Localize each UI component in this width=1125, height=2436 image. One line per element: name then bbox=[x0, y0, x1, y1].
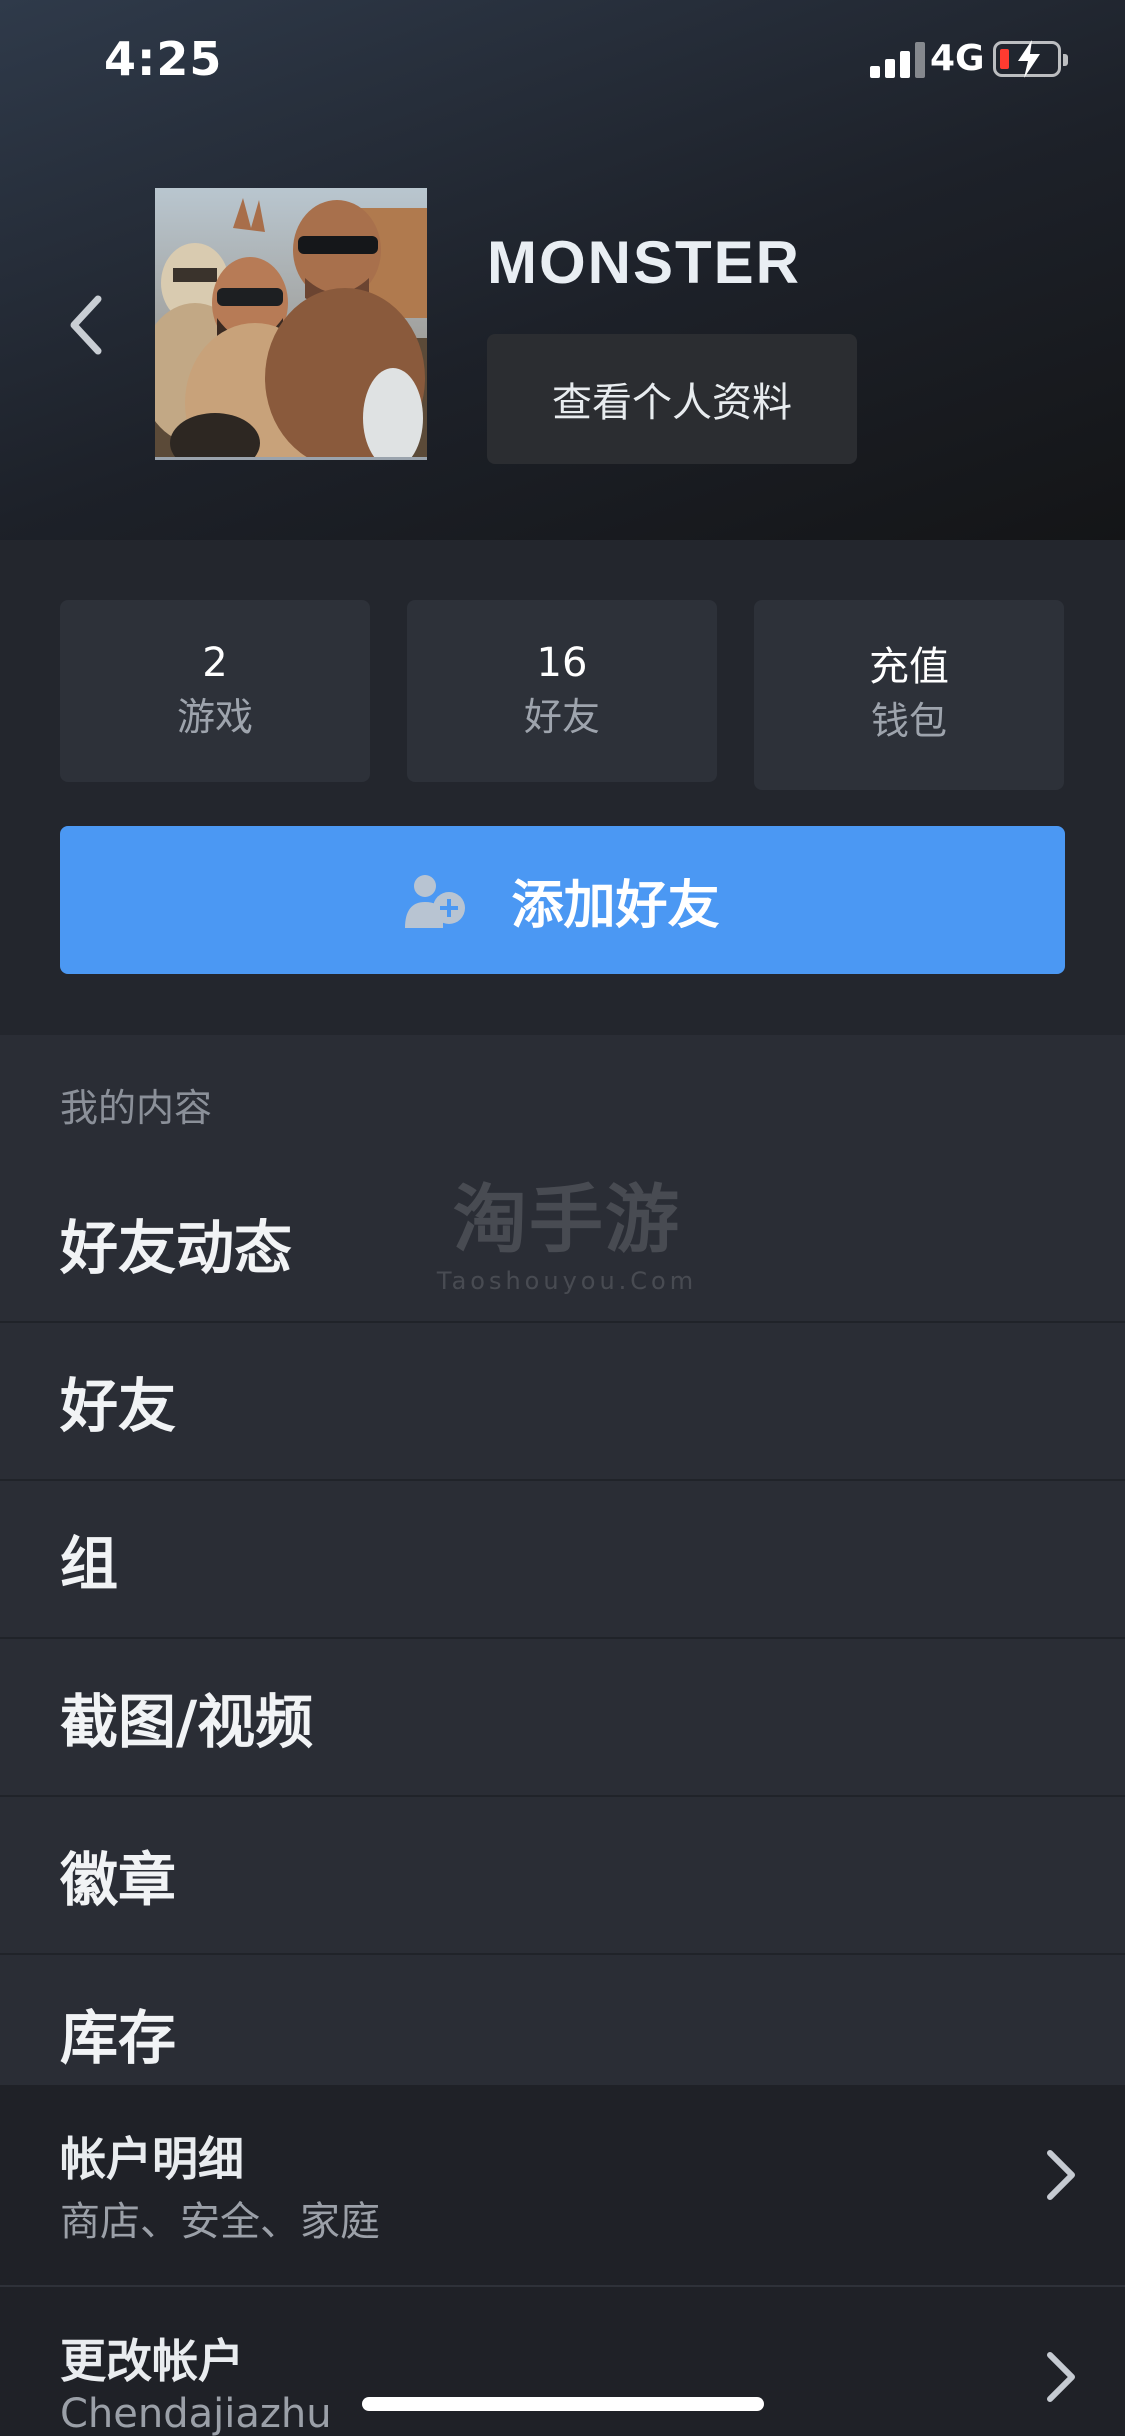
chevron-left-icon bbox=[70, 295, 102, 355]
account-details-title: 帐户明细 bbox=[60, 2132, 244, 2186]
add-friend-label: 添加好友 bbox=[511, 875, 720, 936]
view-profile-button[interactable]: 查看个人资料 bbox=[487, 334, 857, 464]
watermark-subtext: Taoshouyou.Com bbox=[436, 1267, 698, 1295]
battery-icon bbox=[993, 40, 1068, 78]
menu-item-label: 好友 bbox=[60, 1372, 177, 1440]
watermark-text: 淘手游 bbox=[453, 1177, 681, 1263]
stat-friends-value: 16 bbox=[536, 640, 588, 686]
menu-item-badges[interactable]: 徽章 bbox=[0, 1797, 1125, 1955]
profile-header: 4:25 4G MONSTER 查看个人资料 bbox=[0, 0, 1125, 540]
account-section: 帐户明细 商店、安全、家庭 更改帐户 Chendajiazhu bbox=[0, 2085, 1125, 2436]
stat-games-value: 2 bbox=[202, 640, 228, 686]
stat-friends[interactable]: 16 好友 bbox=[407, 600, 717, 782]
menu-item-screenshots-videos[interactable]: 截图/视频 bbox=[0, 1639, 1125, 1797]
stat-games[interactable]: 2 游戏 bbox=[60, 600, 370, 782]
section-title: 我的内容 bbox=[60, 1086, 213, 1130]
add-friend-button[interactable]: 添加好友 bbox=[60, 826, 1065, 974]
add-person-icon bbox=[405, 875, 466, 928]
stat-friends-label: 好友 bbox=[523, 695, 600, 739]
stats-section: 2 游戏 16 好友 充值 钱包 添加好友 bbox=[0, 540, 1125, 1035]
stat-wallet[interactable]: 充值 钱包 bbox=[754, 600, 1064, 790]
avatar-image bbox=[155, 188, 427, 457]
status-time: 4:25 bbox=[104, 32, 223, 86]
home-indicator[interactable] bbox=[362, 2397, 764, 2411]
stat-wallet-label: 钱包 bbox=[870, 699, 947, 743]
change-account-row[interactable]: 更改帐户 Chendajiazhu bbox=[0, 2287, 1125, 2436]
avatar[interactable] bbox=[155, 188, 427, 460]
change-account-subtitle: Chendajiazhu bbox=[60, 2391, 332, 2436]
back-button[interactable] bbox=[60, 285, 120, 365]
menu-item-label: 徽章 bbox=[60, 1846, 177, 1914]
username: MONSTER bbox=[487, 229, 801, 296]
change-account-title: 更改帐户 bbox=[60, 2334, 244, 2388]
chevron-right-icon bbox=[1047, 2352, 1075, 2402]
stat-games-label: 游戏 bbox=[176, 695, 253, 739]
account-details-subtitle: 商店、安全、家庭 bbox=[60, 2199, 380, 2245]
network-type: 4G bbox=[930, 38, 985, 79]
watermark: 淘手游 Taoshouyou.Com bbox=[432, 1160, 702, 1295]
menu-item-label: 好友动态 bbox=[60, 1214, 293, 1282]
account-details-row[interactable]: 帐户明细 商店、安全、家庭 bbox=[0, 2085, 1125, 2287]
chevron-right-icon bbox=[1047, 2150, 1075, 2200]
stat-wallet-value: 充值 bbox=[869, 644, 949, 690]
menu-item-label: 截图/视频 bbox=[60, 1688, 314, 1756]
menu-item-label: 库存 bbox=[60, 2004, 177, 2072]
menu-item-groups[interactable]: 组 bbox=[0, 1481, 1125, 1639]
cellular-signal-icon bbox=[870, 40, 926, 78]
menu-item-friends[interactable]: 好友 bbox=[0, 1323, 1125, 1481]
menu-item-label: 组 bbox=[60, 1530, 119, 1598]
status-bar: 4:25 4G bbox=[0, 0, 1125, 130]
